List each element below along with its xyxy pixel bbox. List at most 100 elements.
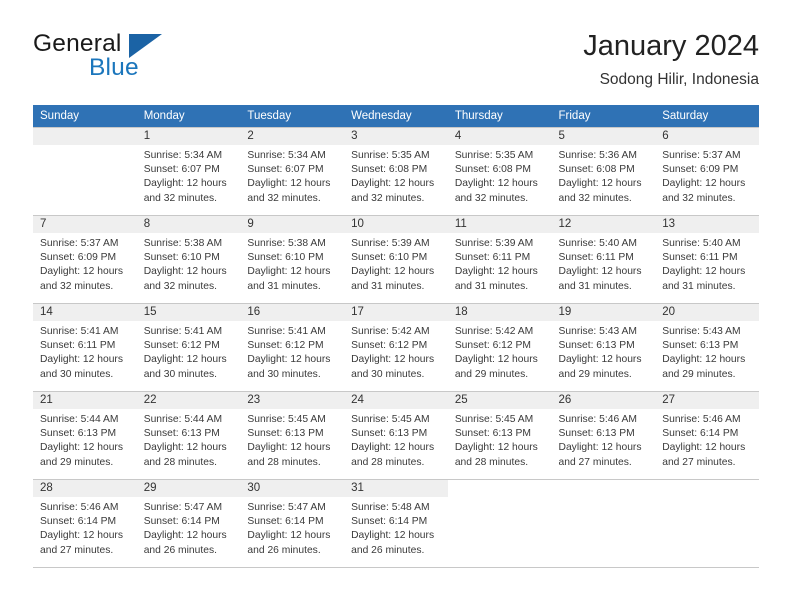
weekday-header-saturday: Saturday — [655, 105, 759, 128]
daylight-text-line2: and 32 minutes. — [454, 192, 529, 204]
sunrise-text: Sunrise: 5:45 AM — [454, 414, 534, 425]
calendar-week-row: 1 Sunrise: 5:34 AM Sunset: 6:07 PM Daylight… — [33, 127, 759, 216]
brand-name-general: General — [33, 30, 122, 57]
daylight-text-line1: Daylight: 12 hours — [454, 442, 538, 454]
day-details: Sunrise: 5:43 AM Sunset: 6:13 PM Daylight:… — [655, 321, 759, 382]
day-number: 31 — [344, 480, 448, 497]
sunrise-text: Sunrise: 5:46 AM — [558, 414, 637, 425]
sunset-text: Sunset: 6:08 PM — [558, 164, 635, 176]
day-cell-inner: 2 Sunrise: 5:34 AM Sunset: 6:07 PM Daylight… — [240, 128, 345, 215]
day-details: Sunrise: 5:36 AM Sunset: 6:08 PM Daylight:… — [552, 145, 656, 206]
calendar-day-cell[interactable]: 17 Sunrise: 5:42 AM Sunset: 6:12 PM Dayligh… — [344, 303, 448, 392]
daylight-text-line1: Daylight: 12 hours — [143, 266, 227, 278]
brand-logo[interactable]: General Blue — [33, 28, 293, 90]
weekday-header-friday: Friday — [551, 105, 656, 128]
calendar-day-cell[interactable]: 15 Sunrise: 5:41 AM Sunset: 6:12 PM Dayligh… — [136, 303, 241, 392]
calendar-day-cell[interactable]: 29 Sunrise: 5:47 AM Sunset: 6:14 PM Dayligh… — [136, 479, 241, 568]
calendar-day-cell[interactable]: 9 Sunrise: 5:38 AM Sunset: 6:10 PM Daylight… — [240, 215, 345, 304]
daylight-text-line1: Daylight: 12 hours — [143, 354, 227, 366]
day-details: Sunrise: 5:39 AM Sunset: 6:10 PM Daylight:… — [344, 233, 448, 294]
day-details: Sunrise: 5:37 AM Sunset: 6:09 PM Daylight:… — [33, 233, 137, 294]
sunset-text: Sunset: 6:13 PM — [351, 428, 428, 440]
sunrise-text: Sunrise: 5:44 AM — [143, 414, 223, 425]
daylight-text-line1: Daylight: 12 hours — [143, 442, 227, 454]
sunset-text: Sunset: 6:10 PM — [351, 252, 428, 264]
sunset-text: Sunset: 6:11 PM — [662, 252, 738, 264]
daylight-text-line2: and 27 minutes. — [662, 456, 736, 468]
day-cell-inner: 30 Sunrise: 5:47 AM Sunset: 6:14 PM Dayligh… — [240, 480, 345, 567]
day-cell-inner: 21 Sunrise: 5:44 AM Sunset: 6:13 PM Dayligh… — [33, 392, 137, 479]
day-cell-inner: 5 Sunrise: 5:36 AM Sunset: 6:08 PM Daylight… — [551, 128, 656, 215]
calendar-day-cell[interactable]: 21 Sunrise: 5:44 AM Sunset: 6:13 PM Dayligh… — [33, 391, 137, 480]
calendar-day-cell[interactable]: 7 Sunrise: 5:37 AM Sunset: 6:09 PM Daylight… — [33, 215, 137, 304]
calendar-day-cell[interactable]: 2 Sunrise: 5:34 AM Sunset: 6:07 PM Daylight… — [240, 127, 345, 216]
daylight-text-line2: and 28 minutes. — [143, 456, 217, 468]
calendar-day-cell[interactable]: 10 Sunrise: 5:39 AM Sunset: 6:10 PM Dayligh… — [344, 215, 448, 304]
day-details: Sunrise: 5:34 AM Sunset: 6:07 PM Daylight:… — [137, 145, 241, 206]
day-cell-inner: 27 Sunrise: 5:46 AM Sunset: 6:14 PM Dayligh… — [655, 392, 759, 479]
day-details: Sunrise: 5:46 AM Sunset: 6:14 PM Daylight:… — [33, 497, 137, 558]
day-cell-inner — [552, 480, 656, 567]
calendar-day-cell[interactable]: 19 Sunrise: 5:43 AM Sunset: 6:13 PM Dayligh… — [551, 303, 656, 392]
calendar-day-cell[interactable]: 26 Sunrise: 5:46 AM Sunset: 6:13 PM Dayligh… — [551, 391, 656, 480]
calendar-day-cell[interactable]: 4 Sunrise: 5:35 AM Sunset: 6:08 PM Daylight… — [447, 127, 552, 216]
calendar-day-cell[interactable]: 14 Sunrise: 5:41 AM Sunset: 6:11 PM Dayligh… — [33, 303, 137, 392]
sunset-text: Sunset: 6:07 PM — [247, 164, 324, 176]
day-number: 17 — [344, 304, 448, 321]
day-cell-inner: 12 Sunrise: 5:40 AM Sunset: 6:11 PM Dayligh… — [551, 216, 656, 303]
day-number: 26 — [551, 392, 656, 409]
day-details: Sunrise: 5:40 AM Sunset: 6:11 PM Daylight:… — [552, 233, 656, 294]
daylight-text-line2: and 31 minutes. — [247, 280, 321, 292]
calendar-day-cell[interactable]: 30 Sunrise: 5:47 AM Sunset: 6:14 PM Dayligh… — [240, 479, 345, 568]
calendar-day-cell[interactable]: 8 Sunrise: 5:38 AM Sunset: 6:10 PM Daylight… — [136, 215, 241, 304]
calendar-day-cell[interactable]: 31 Sunrise: 5:48 AM Sunset: 6:14 PM Dayligh… — [344, 479, 448, 568]
calendar-day-cell[interactable]: 1 Sunrise: 5:34 AM Sunset: 6:07 PM Daylight… — [136, 127, 241, 216]
calendar-day-cell[interactable]: 23 Sunrise: 5:45 AM Sunset: 6:13 PM Dayligh… — [240, 391, 345, 480]
day-number: 6 — [655, 128, 759, 145]
daylight-text-line2: and 28 minutes. — [247, 456, 321, 468]
calendar-day-cell[interactable]: 28 Sunrise: 5:46 AM Sunset: 6:14 PM Dayligh… — [33, 479, 137, 568]
calendar-day-cell[interactable]: 27 Sunrise: 5:46 AM Sunset: 6:14 PM Dayligh… — [655, 391, 759, 480]
calendar-day-cell[interactable]: 3 Sunrise: 5:35 AM Sunset: 6:08 PM Daylight… — [344, 127, 448, 216]
daylight-text-line1: Daylight: 12 hours — [662, 354, 746, 366]
sunset-text: Sunset: 6:13 PM — [454, 428, 531, 440]
daylight-text-line1: Daylight: 12 hours — [351, 266, 435, 278]
calendar-day-cell[interactable]: 22 Sunrise: 5:44 AM Sunset: 6:13 PM Dayligh… — [136, 391, 241, 480]
sunset-text: Sunset: 6:07 PM — [143, 164, 220, 176]
daylight-text-line2: and 32 minutes. — [143, 192, 217, 204]
day-number: 29 — [136, 480, 241, 497]
sunset-text: Sunset: 6:13 PM — [558, 428, 635, 440]
sunrise-text: Sunrise: 5:37 AM — [40, 238, 119, 249]
sunrise-text: Sunrise: 5:41 AM — [40, 326, 119, 337]
calendar-day-cell[interactable]: 11 Sunrise: 5:39 AM Sunset: 6:11 PM Dayligh… — [447, 215, 552, 304]
calendar-day-cell[interactable]: 16 Sunrise: 5:41 AM Sunset: 6:12 PM Dayligh… — [240, 303, 345, 392]
calendar-day-cell[interactable]: 13 Sunrise: 5:40 AM Sunset: 6:11 PM Dayligh… — [655, 215, 759, 304]
daylight-text-line1: Daylight: 12 hours — [143, 530, 227, 542]
day-details: Sunrise: 5:45 AM Sunset: 6:13 PM Daylight:… — [240, 409, 344, 470]
day-number: 5 — [551, 128, 656, 145]
calendar-day-cell[interactable]: 5 Sunrise: 5:36 AM Sunset: 6:08 PM Daylight… — [551, 127, 656, 216]
day-cell-inner — [655, 480, 759, 567]
calendar-day-cell[interactable]: 6 Sunrise: 5:37 AM Sunset: 6:09 PM Daylight… — [655, 127, 759, 216]
sunrise-text: Sunrise: 5:35 AM — [454, 150, 534, 161]
calendar-day-cell[interactable]: 18 Sunrise: 5:42 AM Sunset: 6:12 PM Dayligh… — [447, 303, 552, 392]
daylight-text-line2: and 32 minutes. — [247, 192, 321, 204]
calendar-day-cell[interactable]: 25 Sunrise: 5:45 AM Sunset: 6:13 PM Dayligh… — [447, 391, 552, 480]
daylight-text-line1: Daylight: 12 hours — [558, 354, 642, 366]
daylight-text-line1: Daylight: 12 hours — [40, 354, 123, 366]
calendar-body: 1 Sunrise: 5:34 AM Sunset: 6:07 PM Daylight… — [33, 127, 759, 568]
day-details: Sunrise: 5:35 AM Sunset: 6:08 PM Daylight:… — [344, 145, 448, 206]
calendar-day-cell[interactable]: 24 Sunrise: 5:45 AM Sunset: 6:13 PM Dayligh… — [344, 391, 448, 480]
calendar-page: General Blue January 2024 Sodong Hilir, … — [0, 0, 792, 612]
calendar-day-cell[interactable]: 20 Sunrise: 5:43 AM Sunset: 6:13 PM Dayligh… — [655, 303, 759, 392]
sunrise-text: Sunrise: 5:35 AM — [351, 150, 430, 161]
day-number: 18 — [447, 304, 552, 321]
daylight-text-line2: and 29 minutes. — [558, 368, 632, 380]
day-details: Sunrise: 5:48 AM Sunset: 6:14 PM Daylight:… — [344, 497, 448, 558]
weekday-header-thursday: Thursday — [447, 105, 552, 128]
day-cell-inner — [33, 128, 137, 215]
calendar-day-cell[interactable]: 12 Sunrise: 5:40 AM Sunset: 6:11 PM Dayligh… — [551, 215, 656, 304]
sunrise-text: Sunrise: 5:39 AM — [351, 238, 430, 249]
day-details: Sunrise: 5:38 AM Sunset: 6:10 PM Daylight:… — [240, 233, 344, 294]
daylight-text-line1: Daylight: 12 hours — [351, 178, 435, 190]
